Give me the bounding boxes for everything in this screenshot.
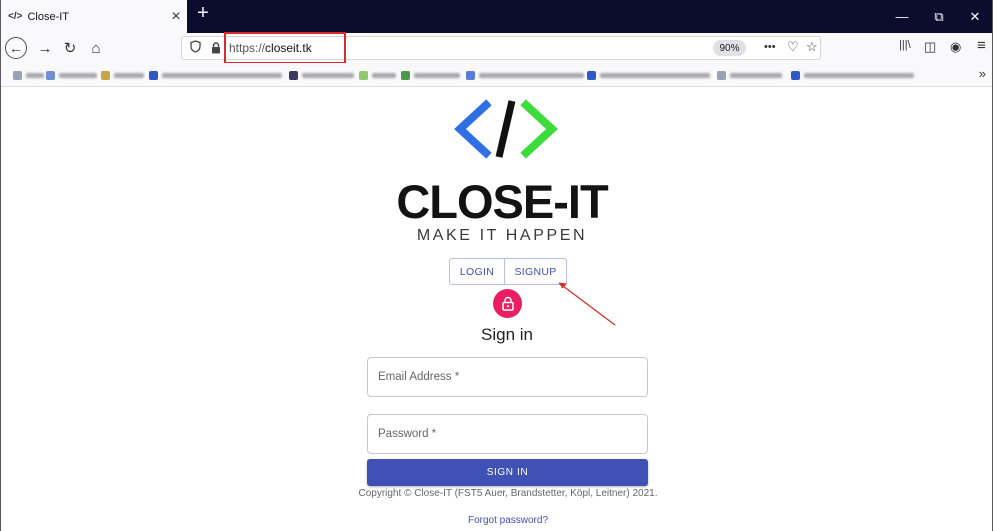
bookmark-item[interactable] [13, 69, 44, 81]
bookmark-favicon-icon [101, 70, 110, 80]
bookmarks-toolbar: » [1, 63, 992, 87]
tracking-shield-icon[interactable] [190, 40, 201, 56]
url-text[interactable]: https://closeit.tk [229, 41, 312, 55]
sign-in-button[interactable]: SIGN IN [367, 459, 648, 486]
password-field-label: Password * [378, 428, 437, 440]
tab-strip: </> Close-IT × + — ⧉ ✕ [1, 0, 992, 33]
sidebar-icon[interactable]: ◫ [924, 39, 936, 55]
close-window-button[interactable]: ✕ [957, 0, 993, 33]
home-button[interactable]: ⌂ [85, 37, 107, 59]
code-brackets-icon: </> [8, 11, 23, 22]
forgot-password-link[interactable]: Forgot password? [442, 515, 574, 526]
bookmark-item[interactable] [587, 69, 710, 81]
address-bar[interactable]: https://closeit.tk 90% ••• ♡ ☆ [181, 32, 821, 64]
bookmark-item[interactable] [149, 69, 282, 81]
zoom-level-badge[interactable]: 90% [713, 40, 746, 56]
bookmark-favicon-icon [717, 70, 726, 80]
bookmark-item[interactable] [359, 69, 396, 81]
tab-title: Close-IT [27, 10, 70, 23]
bookmark-favicon-icon [149, 70, 158, 80]
bookmark-favicon-icon [46, 70, 55, 80]
page-actions-icon[interactable]: ••• [764, 41, 776, 53]
menu-icon[interactable]: ≡ [977, 37, 986, 54]
navigation-toolbar: ← → ↻ ⌂ https://closeit.tk 90% ••• ♡ ☆ |… [1, 32, 992, 64]
password-field[interactable]: Password * [367, 414, 648, 454]
close-it-logo-icon [454, 99, 558, 159]
bookmark-star-icon[interactable]: ☆ [806, 39, 818, 55]
browser-window: </> Close-IT × + — ⧉ ✕ ← → ↻ ⌂ https://c… [0, 0, 993, 531]
email-field-label: Email Address * [378, 371, 460, 383]
bookmark-favicon-icon [401, 70, 410, 80]
copyright-text: Copyright © Close-IT (FST5 Auer, Brandst… [358, 488, 658, 499]
bookmark-item[interactable] [466, 69, 584, 81]
email-field[interactable]: Email Address * [367, 357, 648, 397]
bookmark-item[interactable] [46, 69, 97, 81]
bookmark-item[interactable] [101, 69, 144, 81]
tab-close-it[interactable]: </> Close-IT × [1, 0, 187, 33]
brand-tagline: MAKE IT HAPPEN [416, 227, 588, 244]
bookmark-item[interactable] [717, 69, 782, 81]
account-icon[interactable]: ◉ [950, 39, 961, 55]
back-button[interactable]: ← [5, 37, 27, 59]
signup-button[interactable]: SIGNUP [504, 259, 566, 284]
bookmark-item[interactable] [791, 69, 914, 81]
bookmark-favicon-icon [587, 70, 596, 80]
close-tab-icon[interactable]: × [165, 8, 187, 26]
bookmark-item[interactable] [401, 69, 460, 81]
forward-button[interactable]: → [34, 37, 56, 59]
bookmark-favicon-icon [466, 70, 475, 80]
library-icon[interactable]: |||\ [899, 39, 911, 51]
page-title: Sign in [481, 325, 533, 344]
auth-toggle-group: LOGIN SIGNUP [449, 258, 567, 285]
minimize-window-button[interactable]: — [884, 0, 920, 33]
new-tab-button[interactable]: + [191, 2, 215, 25]
lock-avatar [493, 289, 522, 318]
brand-name: CLOSE-IT [396, 175, 608, 228]
bookmark-favicon-icon [359, 70, 368, 80]
restore-window-button[interactable]: ⧉ [921, 0, 957, 33]
page-content: CLOSE-IT MAKE IT HAPPEN LOGIN SIGNUP Sig… [2, 87, 991, 531]
reload-button[interactable]: ↻ [59, 37, 81, 59]
pocket-icon[interactable]: ♡ [787, 39, 799, 55]
lock-icon [501, 296, 514, 311]
login-button[interactable]: LOGIN [450, 259, 504, 284]
bookmark-item[interactable] [289, 69, 354, 81]
bookmark-favicon-icon [791, 70, 800, 80]
padlock-icon[interactable] [211, 42, 221, 54]
bookmark-favicon-icon [13, 70, 22, 80]
bookmark-favicon-icon [289, 70, 298, 80]
bookmarks-overflow-icon[interactable]: » [979, 66, 986, 81]
